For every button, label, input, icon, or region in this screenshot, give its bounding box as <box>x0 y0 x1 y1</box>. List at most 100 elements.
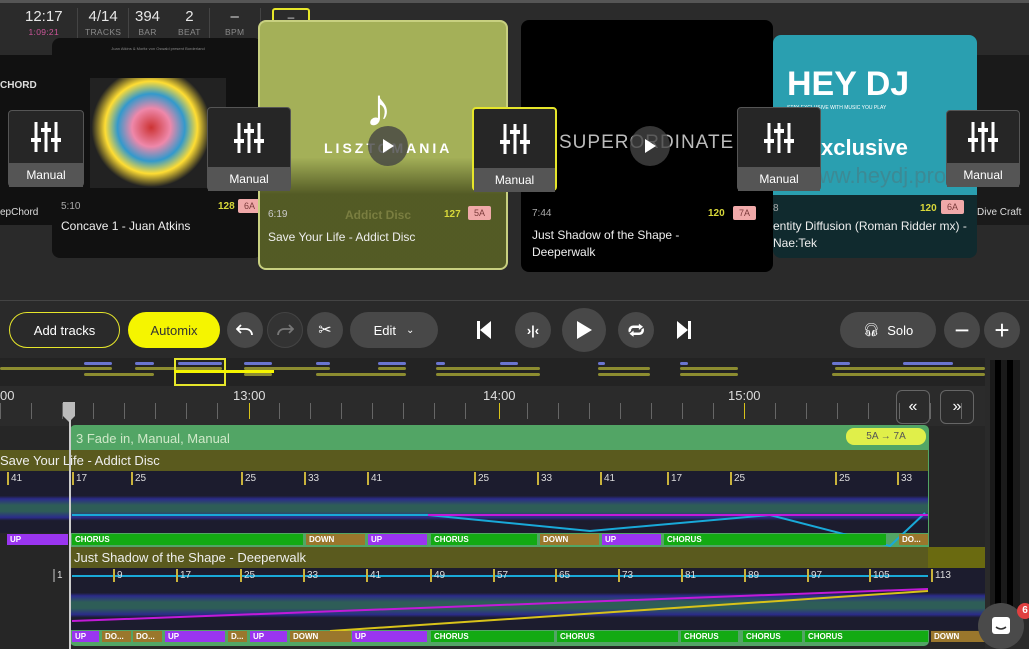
manual-label: Manual <box>208 167 290 191</box>
overview-marker <box>832 362 850 365</box>
split-button[interactable]: ›|‹ <box>515 312 551 348</box>
ruler-tick <box>682 403 683 419</box>
ruler-tick <box>930 403 931 419</box>
manual-label: Manual <box>947 163 1019 187</box>
bar-number: 25 <box>474 472 489 485</box>
art-text: CHORD <box>0 80 37 91</box>
section-chorus[interactable]: CHORUS <box>431 534 537 545</box>
automation-curves <box>71 512 929 632</box>
manual-mode-button[interactable]: Manual <box>207 107 291 191</box>
play-preview-button[interactable] <box>630 126 670 166</box>
overview-track <box>84 373 154 376</box>
section-chorus[interactable]: CHORUS <box>805 631 928 642</box>
section-up[interactable]: UP <box>165 631 225 642</box>
overview-marker <box>316 362 330 365</box>
manual-mode-button[interactable]: Manual <box>472 107 557 192</box>
track1-header[interactable]: Save Your Life - Addict Disc <box>0 450 928 471</box>
section-down[interactable]: DO... <box>133 631 162 642</box>
key-change-badge: 5A → 7A <box>846 428 926 445</box>
chat-badge: 6 <box>1017 603 1029 619</box>
bar-number: 41 <box>366 569 381 582</box>
ruler-tick <box>217 403 218 419</box>
ruler-tick <box>249 403 250 419</box>
section-up[interactable]: UP <box>7 534 68 545</box>
section-down[interactable]: DOWN <box>931 631 985 642</box>
art-subtitle: xclusive <box>821 135 908 160</box>
play-preview-button[interactable] <box>368 126 408 166</box>
skip-back-icon <box>477 321 491 339</box>
manual-label: Manual <box>738 167 820 191</box>
ruler-tick <box>434 403 435 419</box>
undo-button[interactable] <box>227 312 263 348</box>
fast-forward-icon: » <box>952 398 962 415</box>
play-button[interactable] <box>562 308 606 352</box>
section-down[interactable]: D... <box>228 631 247 642</box>
bar-number: 89 <box>744 569 759 582</box>
bar-number: 33 <box>897 472 912 485</box>
skip-back-button[interactable] <box>476 320 492 345</box>
section-up[interactable]: UP <box>352 631 427 642</box>
redo-icon <box>277 324 294 336</box>
overview-marker <box>84 362 112 365</box>
solo-button[interactable]: 🎧︎ Solo <box>840 312 936 348</box>
tracks-label: TRACKS <box>85 27 122 37</box>
fast-forward-button[interactable]: » <box>940 390 974 424</box>
album-art <box>90 78 226 188</box>
bar-value: 394 <box>135 8 161 25</box>
automix-button[interactable]: Automix <box>128 312 220 348</box>
bar-number: 41 <box>7 472 22 485</box>
skip-forward-icon <box>677 321 691 339</box>
section-down[interactable]: DO... <box>899 534 928 545</box>
section-up[interactable]: UP <box>72 631 99 642</box>
split-icon: ›|‹ <box>526 322 540 338</box>
skip-forward-button[interactable] <box>676 320 692 345</box>
beat-label: BEAT <box>178 27 201 37</box>
manual-mode-button[interactable]: Manual <box>8 110 84 187</box>
bpm: 127 <box>444 209 461 220</box>
section-up[interactable]: UP <box>368 534 427 545</box>
overview-marker <box>598 362 605 365</box>
bar-number: 41 <box>367 472 382 485</box>
ruler-tick <box>465 403 466 419</box>
section-chorus[interactable]: CHORUS <box>743 631 802 642</box>
section-chorus[interactable]: CHORUS <box>664 534 886 545</box>
art-title: HEY DJ <box>787 65 910 103</box>
section-down[interactable]: DOWN <box>306 534 365 545</box>
overview-marker <box>244 362 272 365</box>
ruler-tick <box>93 403 94 419</box>
section-chorus[interactable]: CHORUS <box>431 631 554 642</box>
cut-button[interactable]: ✂ <box>307 312 343 348</box>
overview-marker <box>135 362 154 365</box>
ruler-tick <box>713 403 714 419</box>
zoom-in-button[interactable]: + <box>984 312 1020 348</box>
overview-track <box>316 373 406 376</box>
section-chorus[interactable]: CHORUS <box>72 534 303 545</box>
redo-button[interactable] <box>267 312 303 348</box>
section-down[interactable]: DOWN <box>290 631 351 642</box>
time-label: 15:00 <box>728 388 761 403</box>
edit-dropdown[interactable]: Edit ⌄ <box>350 312 438 348</box>
rewind-button[interactable]: « <box>896 390 930 424</box>
elapsed-time: 1:09:21 <box>28 27 59 37</box>
section-chorus[interactable]: CHORUS <box>681 631 738 642</box>
section-chorus[interactable]: CHORUS <box>557 631 678 642</box>
zoom-out-button[interactable]: − <box>944 312 980 348</box>
add-tracks-button[interactable]: Add tracks <box>9 312 120 348</box>
bar-number: 49 <box>430 569 445 582</box>
section-down[interactable]: DOWN <box>540 534 599 545</box>
section-down[interactable]: DO... <box>102 631 131 642</box>
overview-track <box>835 367 985 370</box>
section-up[interactable]: UP <box>602 534 661 545</box>
section-up[interactable]: UP <box>250 631 287 642</box>
manual-mode-button[interactable]: Manual <box>737 107 821 191</box>
bar-number: 25 <box>240 569 255 582</box>
chevron-down-icon: ⌄ <box>406 324 415 336</box>
clock-time: 12:17 <box>25 8 63 25</box>
bar-number: 65 <box>555 569 570 582</box>
headphones-icon: 🎧︎ <box>862 322 880 337</box>
edit-label: Edit <box>373 322 396 338</box>
ruler-tick <box>372 403 373 419</box>
loop-button[interactable]: 🔁︎ <box>618 312 654 348</box>
manual-mode-button[interactable]: Manual <box>946 110 1020 187</box>
bpm-value: – <box>230 8 239 25</box>
